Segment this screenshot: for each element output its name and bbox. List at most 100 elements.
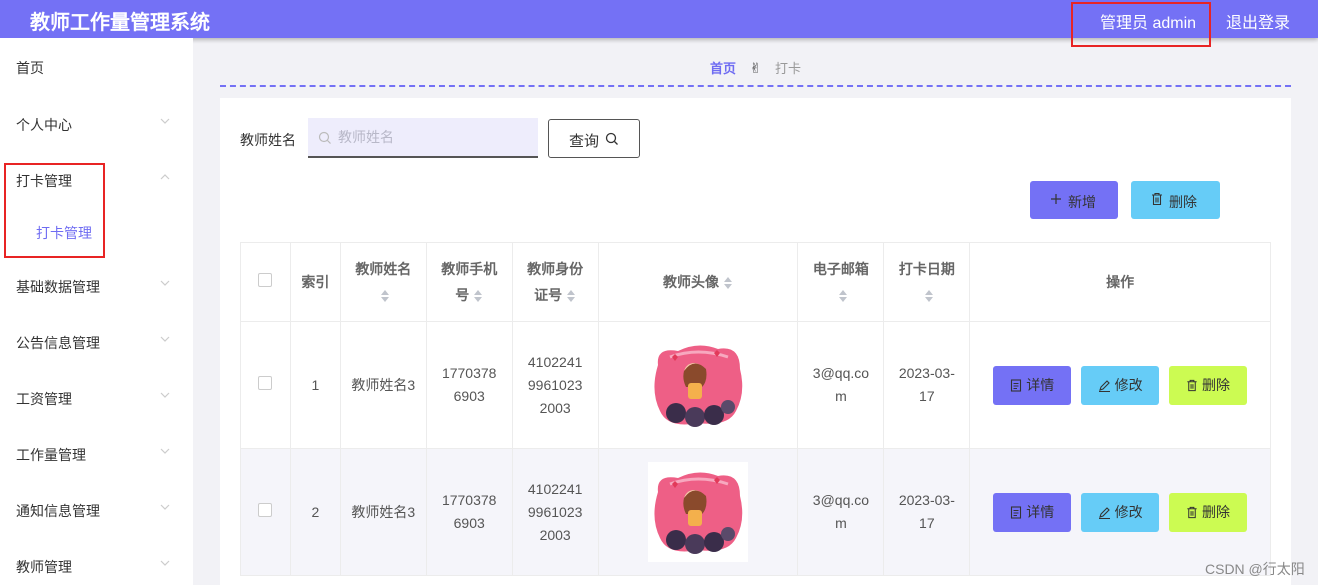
search-icon (605, 132, 618, 145)
sidebar-item-label: 教师管理 (16, 559, 72, 575)
header-index-label: 索引 (301, 274, 330, 290)
teacher-avatar-image[interactable] (648, 462, 749, 562)
detail-button-label: 详情 (1026, 376, 1055, 393)
row-checkbox[interactable] (258, 375, 273, 390)
cell-email-line: m (835, 515, 847, 531)
checkin-table: 索引 教师姓名 教师手机号 教师身份证号 教师头像 电子邮箱 打卡日期 操作 1… (240, 242, 1271, 576)
watermark: CSDN @行太阳 (1205, 561, 1305, 577)
sidebar-item-notification[interactable]: 通知信息管理 (0, 489, 193, 529)
delete-button[interactable]: 删除 (1169, 492, 1248, 532)
sidebar-item-announcement[interactable]: 公告信息管理 (0, 321, 193, 361)
search-input[interactable] (338, 118, 533, 156)
cell-idcard-line: 2003 (539, 526, 571, 543)
batch-delete-button[interactable]: 删除 (1131, 181, 1220, 219)
chevron-down-icon (160, 448, 170, 454)
cell-phone-line: 6903 (453, 515, 485, 531)
sidebar-item-label: 工作量管理 (16, 447, 86, 463)
sort-icon[interactable] (380, 289, 390, 303)
edit-button[interactable]: 修改 (1081, 492, 1160, 532)
breadcrumb-current: 打卡 (774, 61, 801, 76)
edit-button[interactable]: 修改 (1081, 365, 1160, 405)
cell-idcard: 4102241 9961023 2003 (511, 321, 599, 449)
chevron-down-icon (160, 336, 170, 342)
sort-icon[interactable] (838, 289, 848, 303)
breadcrumb-home[interactable]: 首页 (710, 61, 736, 76)
cell-index: 1 (289, 321, 341, 449)
cell-date-line: 2023-03- (898, 492, 955, 508)
cell-date-line: 2023-03- (898, 365, 955, 381)
search-field[interactable] (308, 118, 538, 158)
teacher-avatar-image[interactable] (648, 335, 749, 435)
query-button[interactable]: 查询 (548, 119, 640, 158)
trash-icon (1151, 192, 1163, 209)
table-row: 1 教师姓名3 1770378 6903 4102241 9961023 2003 (240, 321, 1271, 449)
detail-button[interactable]: 详情 (993, 365, 1072, 405)
sidebar-item-label: 公告信息管理 (16, 335, 100, 351)
select-all-checkbox[interactable] (258, 273, 273, 287)
cell-avatar (597, 448, 799, 576)
trash-icon (1187, 379, 1197, 391)
header-name-label: 教师姓名 (355, 261, 412, 277)
header-avatar[interactable]: 教师头像 (597, 242, 799, 322)
edit-icon (1098, 506, 1110, 519)
cell-date-line: 17 (919, 388, 935, 404)
detail-button[interactable]: 详情 (993, 492, 1072, 532)
cell-idcard-line: 4102241 (527, 353, 583, 370)
edit-button-label: 修改 (1114, 503, 1143, 520)
cell-ops: 详情 修改 删除 (969, 448, 1271, 576)
header-email[interactable]: 电子邮箱 (797, 242, 885, 322)
header-index: 索引 (289, 242, 341, 322)
cell-idcard-line: 9961023 (527, 503, 583, 520)
sidebar-item-teacher[interactable]: 教师管理 (0, 545, 193, 585)
app-title: 教师工作量管理系统 (30, 12, 210, 34)
chevron-down-icon (160, 392, 170, 398)
cell-email-line: m (835, 388, 847, 404)
cell-phone-line: 1770378 (441, 365, 497, 381)
header-idcard-label-2: 证号 (534, 287, 563, 303)
chevron-down-icon (160, 280, 170, 286)
chevron-up-icon (160, 174, 170, 180)
sidebar-item-basic-data[interactable]: 基础数据管理 (0, 265, 193, 305)
sidebar-item-workload[interactable]: 工作量管理 (0, 433, 193, 473)
sort-icon[interactable] (723, 276, 733, 290)
cell-email-line: 3@qq.co (812, 492, 870, 508)
logout-link[interactable]: 退出登录 (1226, 9, 1290, 33)
sort-icon[interactable] (473, 289, 483, 303)
cell-index: 2 (289, 448, 341, 576)
cell-phone-line: 1770378 (441, 492, 497, 508)
cell-date: 2023-03- 17 (883, 321, 971, 449)
sidebar-item-salary[interactable]: 工资管理 (0, 377, 193, 417)
table-row: 2 教师姓名3 1770378 6903 4102241 9961023 2003 (240, 448, 1271, 576)
header-phone[interactable]: 教师手机号 (425, 242, 513, 322)
document-icon (1011, 505, 1022, 519)
delete-button-label: 删除 (1202, 503, 1231, 520)
chevron-down-icon (160, 118, 170, 124)
header-idcard[interactable]: 教师身份证号 (511, 242, 599, 322)
header-ops: 操作 (969, 242, 1271, 322)
header-name[interactable]: 教师姓名 (339, 242, 427, 322)
delete-button[interactable]: 删除 (1169, 365, 1248, 405)
edit-icon (1098, 379, 1110, 392)
sidebar-item-home[interactable]: 首页 (0, 46, 193, 86)
cell-name: 教师姓名3 (339, 448, 427, 576)
row-checkbox[interactable] (258, 502, 273, 517)
cell-avatar (597, 321, 799, 449)
sidebar-item-label: 工资管理 (16, 391, 72, 407)
breadcrumb-divider (220, 85, 1291, 87)
sort-icon[interactable] (566, 289, 576, 303)
sidebar-item-personal-center[interactable]: 个人中心 (0, 103, 193, 143)
header-date[interactable]: 打卡日期 (883, 242, 971, 322)
cell-email: 3@qq.co m (797, 321, 885, 449)
sidebar-item-label: 通知信息管理 (16, 503, 100, 519)
cell-idcard-line: 9961023 (527, 376, 583, 393)
cell-name: 教师姓名3 (339, 321, 427, 449)
header-phone-label-2: 号 (455, 287, 470, 303)
cell-phone-line: 6903 (453, 388, 485, 404)
cell-phone: 1770378 6903 (425, 321, 513, 449)
cell-idcard-line: 2003 (539, 399, 571, 416)
add-button[interactable]: 新增 (1030, 181, 1118, 219)
sort-icon[interactable] (924, 289, 934, 303)
cell-phone: 1770378 6903 (425, 448, 513, 576)
chevron-down-icon (160, 504, 170, 510)
header-idcard-label: 教师身份 (527, 261, 584, 277)
